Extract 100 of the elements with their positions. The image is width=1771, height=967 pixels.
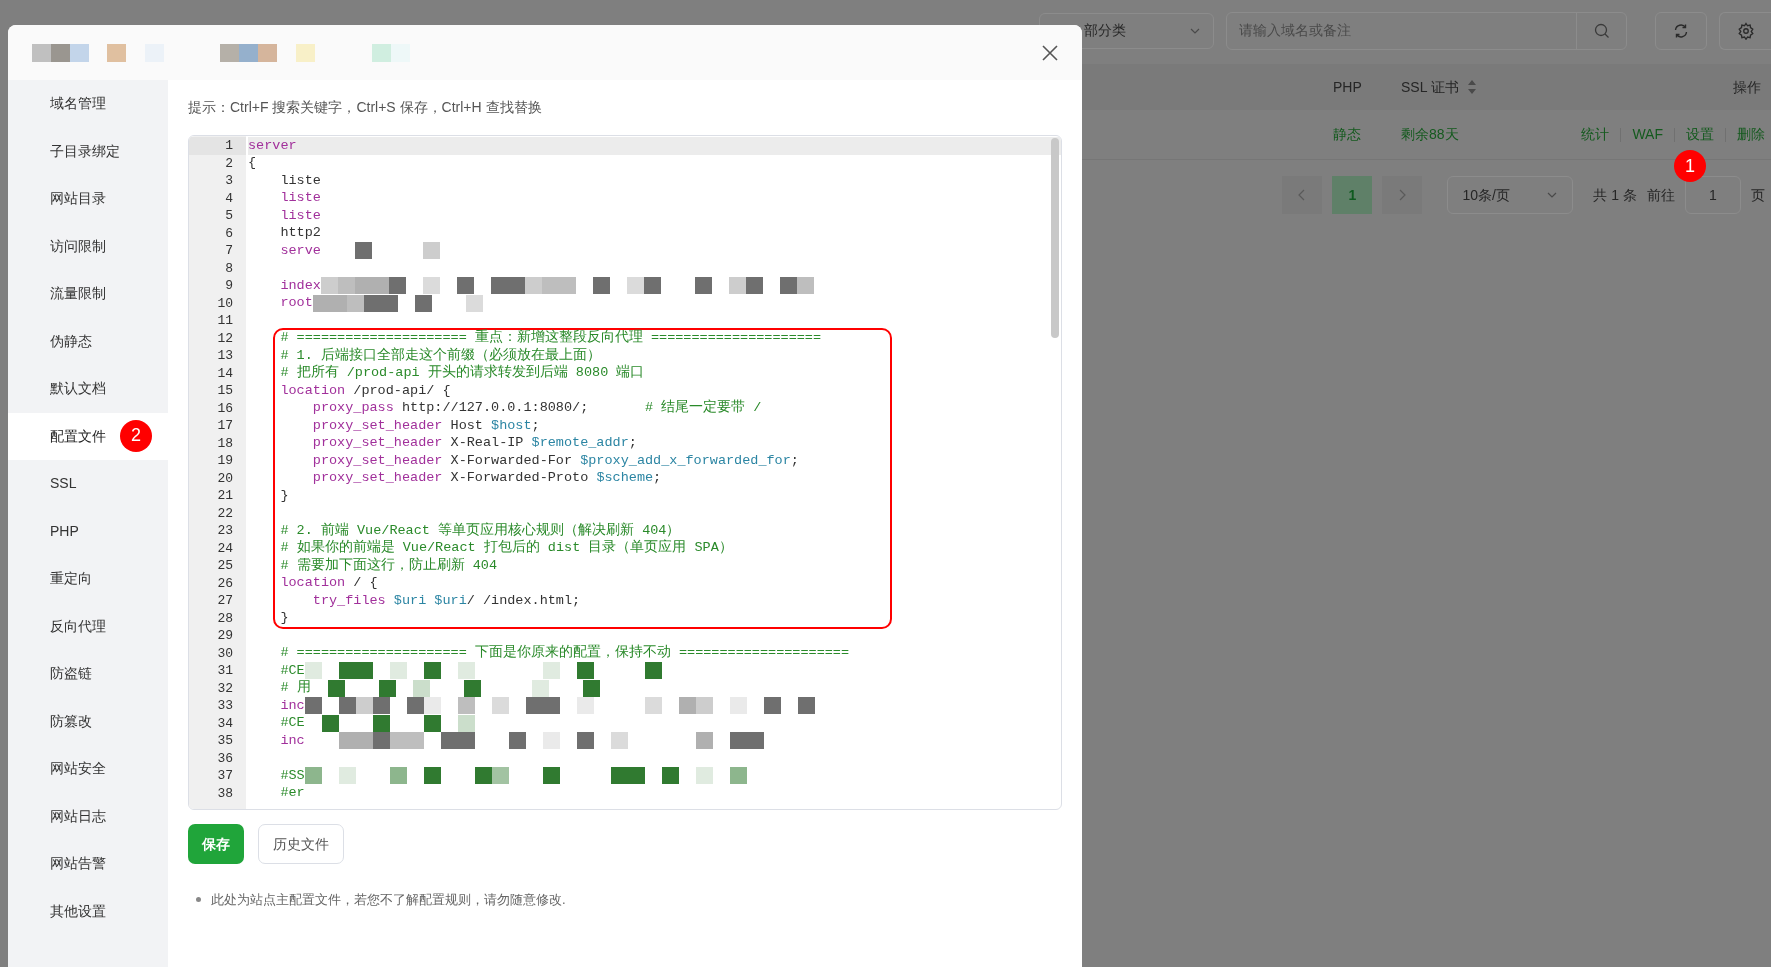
- line-number: 27: [217, 592, 233, 610]
- sidebar-item[interactable]: 默认文档: [8, 365, 168, 413]
- code-line: {: [248, 154, 257, 173]
- code-line: proxy_set_header X-Forwarded-Proto $scheme;: [311, 469, 662, 488]
- line-number: 32: [217, 679, 233, 698]
- sidebar-item[interactable]: 网站目录: [8, 175, 168, 223]
- line-number: 2: [225, 154, 233, 173]
- code-line: }: [279, 486, 289, 505]
- sidebar-item[interactable]: 网站日志: [8, 792, 168, 840]
- code-line: liste: [279, 189, 321, 208]
- line-number: 3: [225, 172, 233, 190]
- line-number: 10: [217, 294, 233, 313]
- code-line: #CE: [279, 661, 305, 680]
- line-number: 9: [225, 277, 233, 295]
- scrollbar[interactable]: [1051, 138, 1059, 338]
- sidebar-item[interactable]: 域名管理: [8, 80, 168, 128]
- page-suffix: 页: [1751, 185, 1765, 205]
- code-line: # 把所有 /prod-api 开头的请求转发到后端 8080 端口: [279, 363, 645, 383]
- line-number: 21: [217, 487, 233, 505]
- sidebar-item[interactable]: 其他设置: [8, 887, 168, 935]
- column-header: 操作: [1733, 77, 1761, 97]
- code-line: # 用: [279, 679, 311, 698]
- line-number: 6: [225, 224, 233, 243]
- line-number: 17: [217, 417, 233, 435]
- code-line: # ===================== 重点：新增这整段反向代理 =====================: [279, 328, 822, 347]
- table-cell-text: 剩余88天: [1401, 125, 1460, 144]
- code-line: #SS: [279, 766, 305, 785]
- sidebar-item[interactable]: 重定向: [8, 555, 168, 603]
- line-number: 33: [217, 697, 233, 715]
- line-number: 31: [217, 662, 233, 680]
- line-number: 23: [217, 522, 233, 540]
- code-line: location /prod-api/ {: [279, 381, 451, 400]
- code-line: proxy_set_header Host $host;: [311, 416, 540, 435]
- line-number: 4: [225, 189, 233, 208]
- sidebar-item[interactable]: 伪静态: [8, 317, 168, 365]
- line-number: 29: [217, 627, 233, 645]
- sidebar-item[interactable]: 流量限制: [8, 270, 168, 318]
- code-line: proxy_set_header X-Forwarded-For $proxy_add_x_forwarded_for;: [311, 451, 799, 470]
- code-line: liste: [279, 206, 321, 225]
- page-size-select[interactable]: 10条/页: [1447, 176, 1574, 214]
- shortcut-hint: 提示：Ctrl+F 搜索关键字，Ctrl+S 保存，Ctrl+H 查找替换: [188, 98, 543, 117]
- line-number: 13: [217, 347, 233, 365]
- sidebar-item[interactable]: 网站安全: [8, 745, 168, 793]
- line-number: 24: [217, 539, 233, 558]
- line-number: 8: [225, 259, 233, 278]
- sidebar-item[interactable]: 访问限制: [8, 222, 168, 270]
- goto-page-field[interactable]: 1: [1685, 176, 1741, 214]
- column-header: PHP: [1333, 77, 1363, 97]
- sidebar-item[interactable]: 配置文件 2: [8, 412, 168, 460]
- code-line: inc: [279, 696, 305, 715]
- line-number: 19: [217, 452, 233, 470]
- chevron-right-icon: [1397, 189, 1408, 201]
- sidebar-item[interactable]: SSL: [8, 460, 168, 508]
- code-line: serve: [279, 241, 321, 260]
- history-button[interactable]: 历史文件: [258, 824, 344, 864]
- sidebar-item[interactable]: 防盗链: [8, 650, 168, 698]
- code-line: root: [279, 294, 313, 313]
- sidebar-item[interactable]: 子目录绑定: [8, 127, 168, 175]
- refresh-button[interactable]: [1655, 11, 1707, 50]
- sidebar-item[interactable]: 网站告警: [8, 840, 168, 888]
- line-number: 22: [217, 504, 233, 523]
- line-number: 15: [217, 382, 233, 400]
- line-number: 35: [217, 732, 233, 750]
- line-number: 12: [217, 329, 233, 348]
- column-header: SSL 证书: [1401, 77, 1459, 97]
- code-line: location / {: [279, 574, 378, 593]
- sidebar-item[interactable]: 防篡改: [8, 697, 168, 745]
- code-line: http2: [279, 224, 321, 243]
- refresh-icon: [1672, 21, 1690, 40]
- table-cell-text: 静态: [1333, 125, 1362, 144]
- code-line: # 如果你的前端是 Vue/React 打包后的 dist 目录（单页应用 SPA）: [279, 538, 733, 557]
- step-badge: 2: [120, 419, 152, 452]
- line-number: 34: [217, 714, 233, 733]
- code-line: server: [248, 136, 297, 155]
- settings-button[interactable]: [1719, 11, 1771, 50]
- sort-icon[interactable]: [1466, 79, 1477, 95]
- code-line: proxy_pass http://127.0.0.1:8080/; # 结尾一定要带 /: [311, 398, 762, 418]
- line-number: 30: [217, 644, 233, 663]
- code-line: #CE: [279, 714, 305, 733]
- settings-icon: [1736, 21, 1755, 40]
- code-line: # 需要加下面这行，防止刷新 404: [279, 556, 497, 575]
- line-number: 11: [217, 312, 233, 330]
- sidebar-item[interactable]: 反向代理: [8, 602, 168, 650]
- code-line: index: [279, 276, 321, 295]
- code-editor[interactable]: [188, 135, 1062, 810]
- goto-label: 前往: [1647, 185, 1675, 205]
- line-number: 37: [217, 767, 233, 785]
- code-line: # 1. 后端接口全部走这个前缀（必须放在最上面）: [279, 346, 601, 364]
- line-number: 16: [217, 399, 233, 418]
- line-number: 18: [217, 434, 233, 453]
- line-number: 5: [225, 207, 233, 225]
- note-text: 此处为站点主配置文件，若您不了解配置规则，请勿随意修改.: [211, 891, 566, 909]
- line-number: 28: [217, 609, 233, 628]
- code-line: #er: [279, 784, 305, 803]
- code-line: proxy_set_header X-Real-IP $remote_addr;: [311, 434, 637, 453]
- line-number: 25: [217, 557, 233, 575]
- line-number: 14: [217, 364, 233, 383]
- sidebar-item[interactable]: PHP: [8, 507, 168, 555]
- line-number: 20: [217, 469, 233, 488]
- total-count: 共 1 条: [1593, 185, 1637, 205]
